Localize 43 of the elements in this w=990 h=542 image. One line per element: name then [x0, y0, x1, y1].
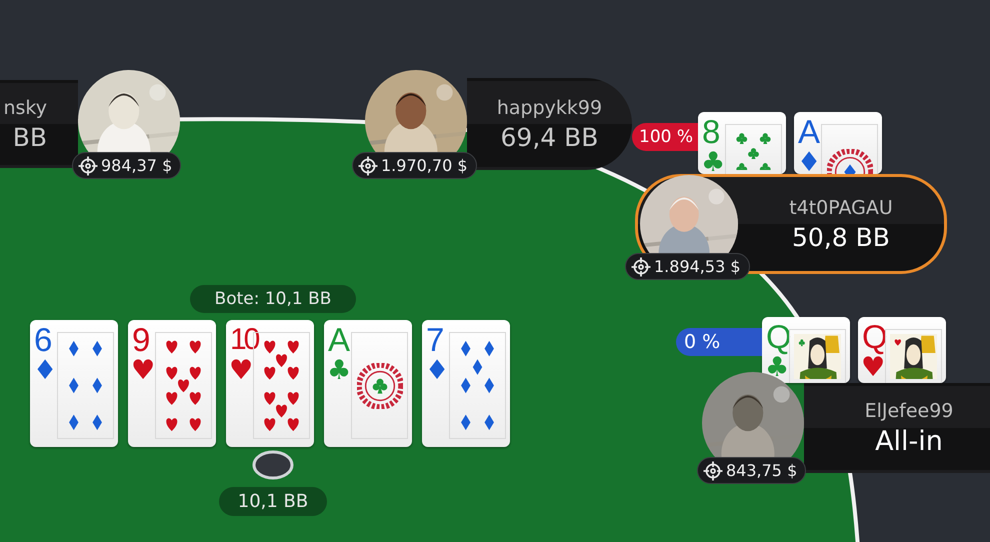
crosshair-icon: [703, 460, 723, 480]
ornament-drawing: [356, 362, 402, 408]
player-stack: 50,8 BB: [791, 222, 891, 252]
crosshair-icon: [358, 156, 378, 176]
card-rank: Q: [766, 319, 792, 355]
player-stack: 69,4 BB: [500, 122, 600, 152]
equity-badge: 100 %: [632, 123, 698, 151]
player-plate[interactable]: nsky BB: [0, 80, 78, 168]
card-rank: 7: [426, 322, 444, 358]
player-stack: BB: [12, 122, 47, 152]
card-suit: ♥: [229, 356, 254, 386]
player-plate[interactable]: ElJefee99 All-in: [804, 383, 990, 473]
bet-amount: 10,1 BB: [219, 487, 327, 516]
player-name: ElJefee99: [864, 400, 954, 422]
pot-label: Bote: 10,1 BB: [190, 285, 356, 313]
ornament-drawing: [826, 149, 872, 174]
card-suit: ♣: [701, 148, 726, 174]
balance-amount: 843,75 $: [726, 461, 798, 480]
player-stack: All-in: [874, 426, 944, 456]
card-suit: ♣: [765, 353, 790, 383]
card-rank: 10: [230, 322, 258, 358]
player-name: happykk99: [496, 96, 604, 118]
balance-amount: 1.970,70 $: [381, 156, 468, 175]
player-plate[interactable]: happykk99 69,4 BB: [467, 78, 632, 170]
card-suit: ♥: [861, 353, 886, 383]
balance-amount: 984,37 $: [101, 156, 172, 175]
player-name: nsky: [2, 96, 47, 118]
card-suit: ♦: [797, 148, 822, 174]
card-rank: A: [798, 114, 820, 150]
card-suit: ♥: [131, 356, 156, 386]
crosshair-icon: [631, 256, 651, 276]
card-suit: ♦: [425, 356, 450, 386]
card-rank: 6: [34, 322, 52, 358]
crosshair-icon: [78, 156, 98, 176]
card-suit: ♣: [327, 356, 352, 386]
player-name: t4t0PAGAU: [788, 196, 894, 218]
card-rank: 8: [702, 114, 720, 150]
card-rank: A: [328, 322, 350, 358]
card-rank: Q: [862, 319, 888, 355]
equity-badge: 0 %: [676, 328, 762, 356]
card-suit: ♦: [33, 356, 58, 386]
card-rank: 9: [132, 322, 150, 358]
balance-amount: 1.894,53 $: [654, 257, 741, 276]
